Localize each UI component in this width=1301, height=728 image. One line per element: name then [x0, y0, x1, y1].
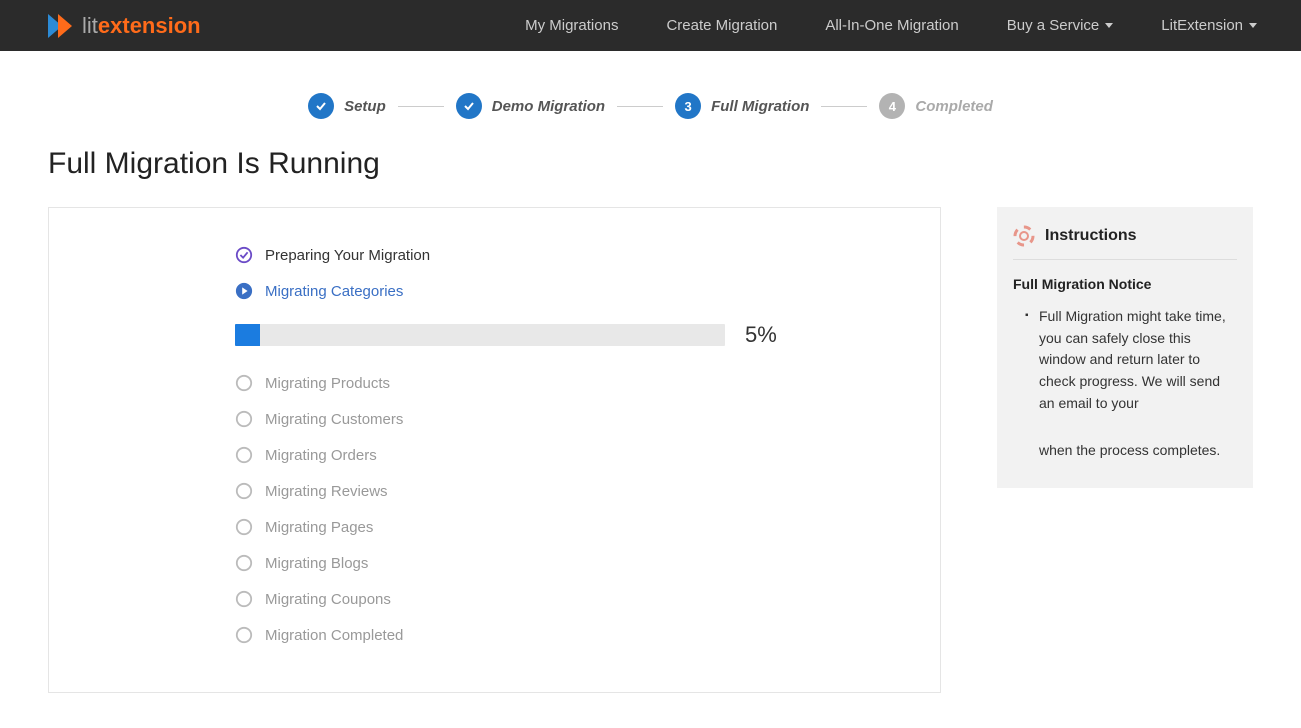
check-circle-icon [235, 246, 253, 264]
step-demo-label: Demo Migration [492, 98, 605, 115]
circle-icon [235, 482, 253, 500]
step-full-icon: 3 [675, 93, 701, 119]
task-customers-label: Migrating Customers [265, 411, 403, 428]
step-setup[interactable]: Setup [308, 93, 386, 119]
task-preparing: Preparing Your Migration [235, 246, 892, 264]
nav-my-migrations[interactable]: My Migrations [501, 0, 642, 51]
instructions-header: Instructions [1013, 225, 1237, 260]
task-list: Preparing Your Migration Migrating Categ… [235, 246, 892, 644]
nav-create-migration[interactable]: Create Migration [642, 0, 801, 51]
circle-icon [235, 518, 253, 536]
logo-text: litextension [82, 13, 201, 39]
task-completed-label: Migration Completed [265, 627, 403, 644]
page-title: Full Migration Is Running [48, 147, 1253, 181]
task-products: Migrating Products [235, 374, 892, 392]
instructions-title: Instructions [1045, 227, 1137, 245]
step-connector [821, 106, 867, 107]
task-pages: Migrating Pages [235, 518, 892, 536]
logo-icon [48, 14, 76, 38]
circle-icon [235, 554, 253, 572]
stepper: Setup Demo Migration 3 Full Migration 4 … [0, 93, 1301, 119]
navbar: litextension My Migrations Create Migrat… [0, 0, 1301, 51]
nav-all-in-one[interactable]: All-In-One Migration [801, 0, 982, 51]
task-blogs-label: Migrating Blogs [265, 555, 368, 572]
play-circle-icon [235, 282, 253, 300]
step-full-label: Full Migration [711, 98, 809, 115]
progress-bar [235, 324, 725, 346]
task-categories: Migrating Categories [235, 282, 892, 300]
circle-icon [235, 410, 253, 428]
notice-list: Full Migration might take time, you can … [1013, 306, 1237, 462]
step-demo[interactable]: Demo Migration [456, 93, 605, 119]
task-customers: Migrating Customers [235, 410, 892, 428]
nav-menu: My Migrations Create Migration All-In-On… [501, 0, 1281, 51]
circle-icon [235, 374, 253, 392]
task-blogs: Migrating Blogs [235, 554, 892, 572]
notice-text-2: when the process completes. [1039, 442, 1220, 458]
progress-fill [235, 324, 260, 346]
progress-percent: 5% [745, 322, 777, 348]
notice-title: Full Migration Notice [1013, 276, 1237, 292]
step-setup-label: Setup [344, 98, 386, 115]
circle-icon [235, 446, 253, 464]
task-orders: Migrating Orders [235, 446, 892, 464]
task-preparing-label: Preparing Your Migration [265, 247, 430, 264]
step-full[interactable]: 3 Full Migration [675, 93, 809, 119]
instructions-panel: Instructions Full Migration Notice Full … [997, 207, 1253, 488]
task-reviews: Migrating Reviews [235, 482, 892, 500]
task-reviews-label: Migrating Reviews [265, 483, 388, 500]
step-demo-icon [456, 93, 482, 119]
task-pages-label: Migrating Pages [265, 519, 373, 536]
migration-panel: Preparing Your Migration Migrating Categ… [48, 207, 941, 693]
chevron-down-icon [1105, 23, 1113, 28]
step-setup-icon [308, 93, 334, 119]
step-completed-label: Completed [915, 98, 993, 115]
chevron-down-icon [1249, 23, 1257, 28]
task-products-label: Migrating Products [265, 375, 390, 392]
task-orders-label: Migrating Orders [265, 447, 377, 464]
task-coupons: Migrating Coupons [235, 590, 892, 608]
lifering-icon [1013, 225, 1035, 247]
notice-text-1: Full Migration might take time, you can … [1039, 308, 1226, 411]
nav-litextension[interactable]: LitExtension [1137, 0, 1281, 51]
step-completed-icon: 4 [879, 93, 905, 119]
task-coupons-label: Migrating Coupons [265, 591, 391, 608]
step-completed: 4 Completed [879, 93, 993, 119]
logo[interactable]: litextension [48, 13, 201, 39]
circle-icon [235, 590, 253, 608]
progress-row: 5% [235, 322, 892, 348]
nav-buy-service[interactable]: Buy a Service [983, 0, 1138, 51]
notice-item: Full Migration might take time, you can … [1025, 306, 1237, 462]
task-categories-label: Migrating Categories [265, 283, 403, 300]
step-connector [398, 106, 444, 107]
task-completed: Migration Completed [235, 626, 892, 644]
step-connector [617, 106, 663, 107]
circle-icon [235, 626, 253, 644]
